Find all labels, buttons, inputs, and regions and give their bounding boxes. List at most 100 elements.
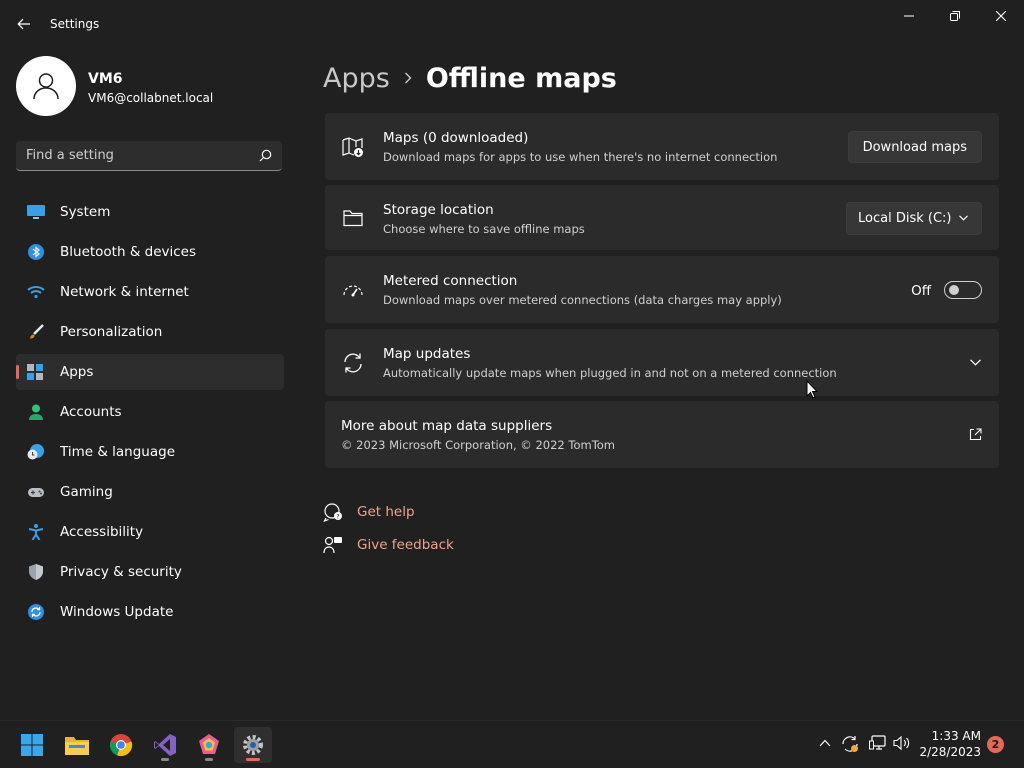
- sidebar-item-time-language[interactable]: Time & language: [16, 434, 284, 470]
- storage-location-value: Local Disk (C:): [858, 211, 952, 226]
- minimize-icon: [904, 15, 914, 17]
- sidebar-item-accessibility[interactable]: Accessibility: [16, 514, 284, 550]
- chevron-up-icon[interactable]: [819, 739, 831, 747]
- network-icon[interactable]: [869, 735, 887, 751]
- wifi-icon: [27, 286, 45, 299]
- taskbar-clock[interactable]: 1:33 AM 2/28/2023: [919, 728, 981, 760]
- external-link-icon[interactable]: [969, 428, 982, 441]
- apps-icon: [27, 364, 43, 380]
- sidebar-item-apps[interactable]: Apps: [16, 354, 284, 390]
- file-explorer-icon: [65, 737, 89, 755]
- suppliers-subtitle: © 2023 Microsoft Corporation, © 2022 Tom…: [341, 438, 616, 452]
- person-icon: [29, 404, 43, 420]
- chrome-icon: [109, 734, 133, 757]
- svg-text:?: ?: [336, 514, 339, 521]
- search-icon[interactable]: [259, 149, 272, 162]
- user-profile[interactable]: VM6 VM6@collabnet.local: [16, 56, 286, 118]
- metered-toggle-state: Off: [911, 283, 931, 299]
- map-updates-card[interactable]: Map updates Automatically update maps wh…: [325, 329, 999, 396]
- clock-globe-icon: [27, 444, 44, 460]
- chevron-down-icon: [959, 215, 968, 221]
- taskbar: 1:33 AM 2/28/2023 2: [0, 720, 1024, 768]
- give-feedback-link[interactable]: Give feedback: [323, 534, 454, 556]
- restore-icon: [950, 11, 960, 21]
- gamepad-icon: [28, 488, 44, 497]
- user-name: VM6: [88, 71, 123, 87]
- app-icon: [199, 734, 219, 754]
- title-bar: Settings: [0, 0, 1024, 48]
- back-button[interactable]: [10, 10, 38, 38]
- sidebar-item-label: Privacy & security: [60, 564, 182, 580]
- sync-status-icon[interactable]: [841, 735, 859, 753]
- feedback-icon: [323, 536, 342, 554]
- suppliers-title: More about map data suppliers: [341, 418, 553, 434]
- sidebar-item-label: Gaming: [60, 484, 113, 500]
- sidebar-item-label: Windows Update: [60, 604, 174, 620]
- bluetooth-icon: [28, 244, 44, 260]
- notification-badge[interactable]: 2: [987, 736, 1004, 753]
- shield-icon: [29, 564, 43, 580]
- volume-icon[interactable]: [893, 735, 911, 751]
- metered-title: Metered connection: [383, 273, 518, 289]
- map-data-suppliers-card[interactable]: More about map data suppliers © 2023 Mic…: [325, 401, 999, 468]
- breadcrumb-parent[interactable]: Apps: [323, 63, 390, 94]
- metered-connection-toggle[interactable]: [944, 281, 982, 299]
- toggle-knob: [949, 285, 959, 295]
- maps-card: Maps (0 downloaded) Download maps for ap…: [325, 113, 999, 180]
- update-icon: [28, 604, 44, 620]
- taskbar-visual-studio[interactable]: [146, 727, 184, 763]
- get-help-link[interactable]: ? Get help: [323, 501, 415, 523]
- start-button[interactable]: [13, 727, 51, 763]
- sidebar-item-network[interactable]: Network & internet: [16, 274, 284, 310]
- active-indicator: [16, 365, 19, 379]
- visual-studio-icon: [154, 734, 176, 756]
- sidebar-item-label: Time & language: [60, 444, 176, 460]
- sidebar-item-label: Bluetooth & devices: [60, 244, 197, 260]
- sidebar-item-personalization[interactable]: Personalization: [16, 314, 284, 350]
- storage-location-dropdown[interactable]: Local Disk (C:): [846, 202, 982, 235]
- sidebar-item-bluetooth[interactable]: Bluetooth & devices: [16, 234, 284, 270]
- taskbar-app[interactable]: [190, 727, 228, 763]
- storage-title: Storage location: [383, 202, 494, 218]
- maximize-button[interactable]: [932, 0, 978, 32]
- sidebar-item-label: System: [60, 204, 111, 220]
- taskbar-chrome[interactable]: [102, 727, 140, 763]
- clock-date: 2/28/2023: [919, 745, 981, 759]
- window-title: Settings: [50, 17, 100, 31]
- storage-location-card: Storage location Choose where to save of…: [325, 185, 999, 250]
- start-icon: [21, 734, 43, 756]
- running-indicator: [246, 758, 260, 761]
- sidebar-item-label: Accessibility: [60, 524, 144, 540]
- user-icon: [33, 73, 59, 100]
- map-download-icon: [342, 136, 363, 157]
- user-email: VM6@collabnet.local: [88, 91, 214, 105]
- taskbar-settings[interactable]: [234, 727, 272, 763]
- breadcrumb: Apps Offline maps: [323, 58, 617, 98]
- running-indicator: [161, 758, 169, 761]
- accessibility-icon: [28, 524, 44, 540]
- download-maps-button[interactable]: Download maps: [847, 131, 982, 163]
- map-updates-title: Map updates: [383, 346, 471, 362]
- search-box: [16, 141, 282, 171]
- maps-title: Maps (0 downloaded): [383, 130, 529, 146]
- settings-icon: [243, 735, 263, 755]
- monitor-icon: [27, 205, 45, 219]
- get-help-label: Get help: [357, 504, 415, 520]
- sidebar-item-windows-update[interactable]: Windows Update: [16, 594, 284, 630]
- chevron-down-icon[interactable]: [970, 359, 981, 366]
- sidebar-item-label: Personalization: [60, 324, 163, 340]
- sidebar-item-privacy[interactable]: Privacy & security: [16, 554, 284, 590]
- sidebar-item-system[interactable]: System: [16, 194, 284, 230]
- close-button[interactable]: [978, 0, 1024, 32]
- minimize-button[interactable]: [886, 0, 932, 32]
- sidebar-item-gaming[interactable]: Gaming: [16, 474, 284, 510]
- metered-connection-card: Metered connection Download maps over me…: [325, 256, 999, 323]
- close-icon: [996, 11, 1006, 21]
- metered-subtitle: Download maps over metered connections (…: [383, 293, 782, 307]
- sync-icon: [344, 353, 362, 372]
- taskbar-file-explorer[interactable]: [58, 727, 96, 763]
- clock-time: 1:33 AM: [931, 729, 981, 743]
- sidebar-item-accounts[interactable]: Accounts: [16, 394, 284, 430]
- search-input[interactable]: [26, 146, 246, 164]
- sidebar-item-label: Apps: [60, 364, 94, 380]
